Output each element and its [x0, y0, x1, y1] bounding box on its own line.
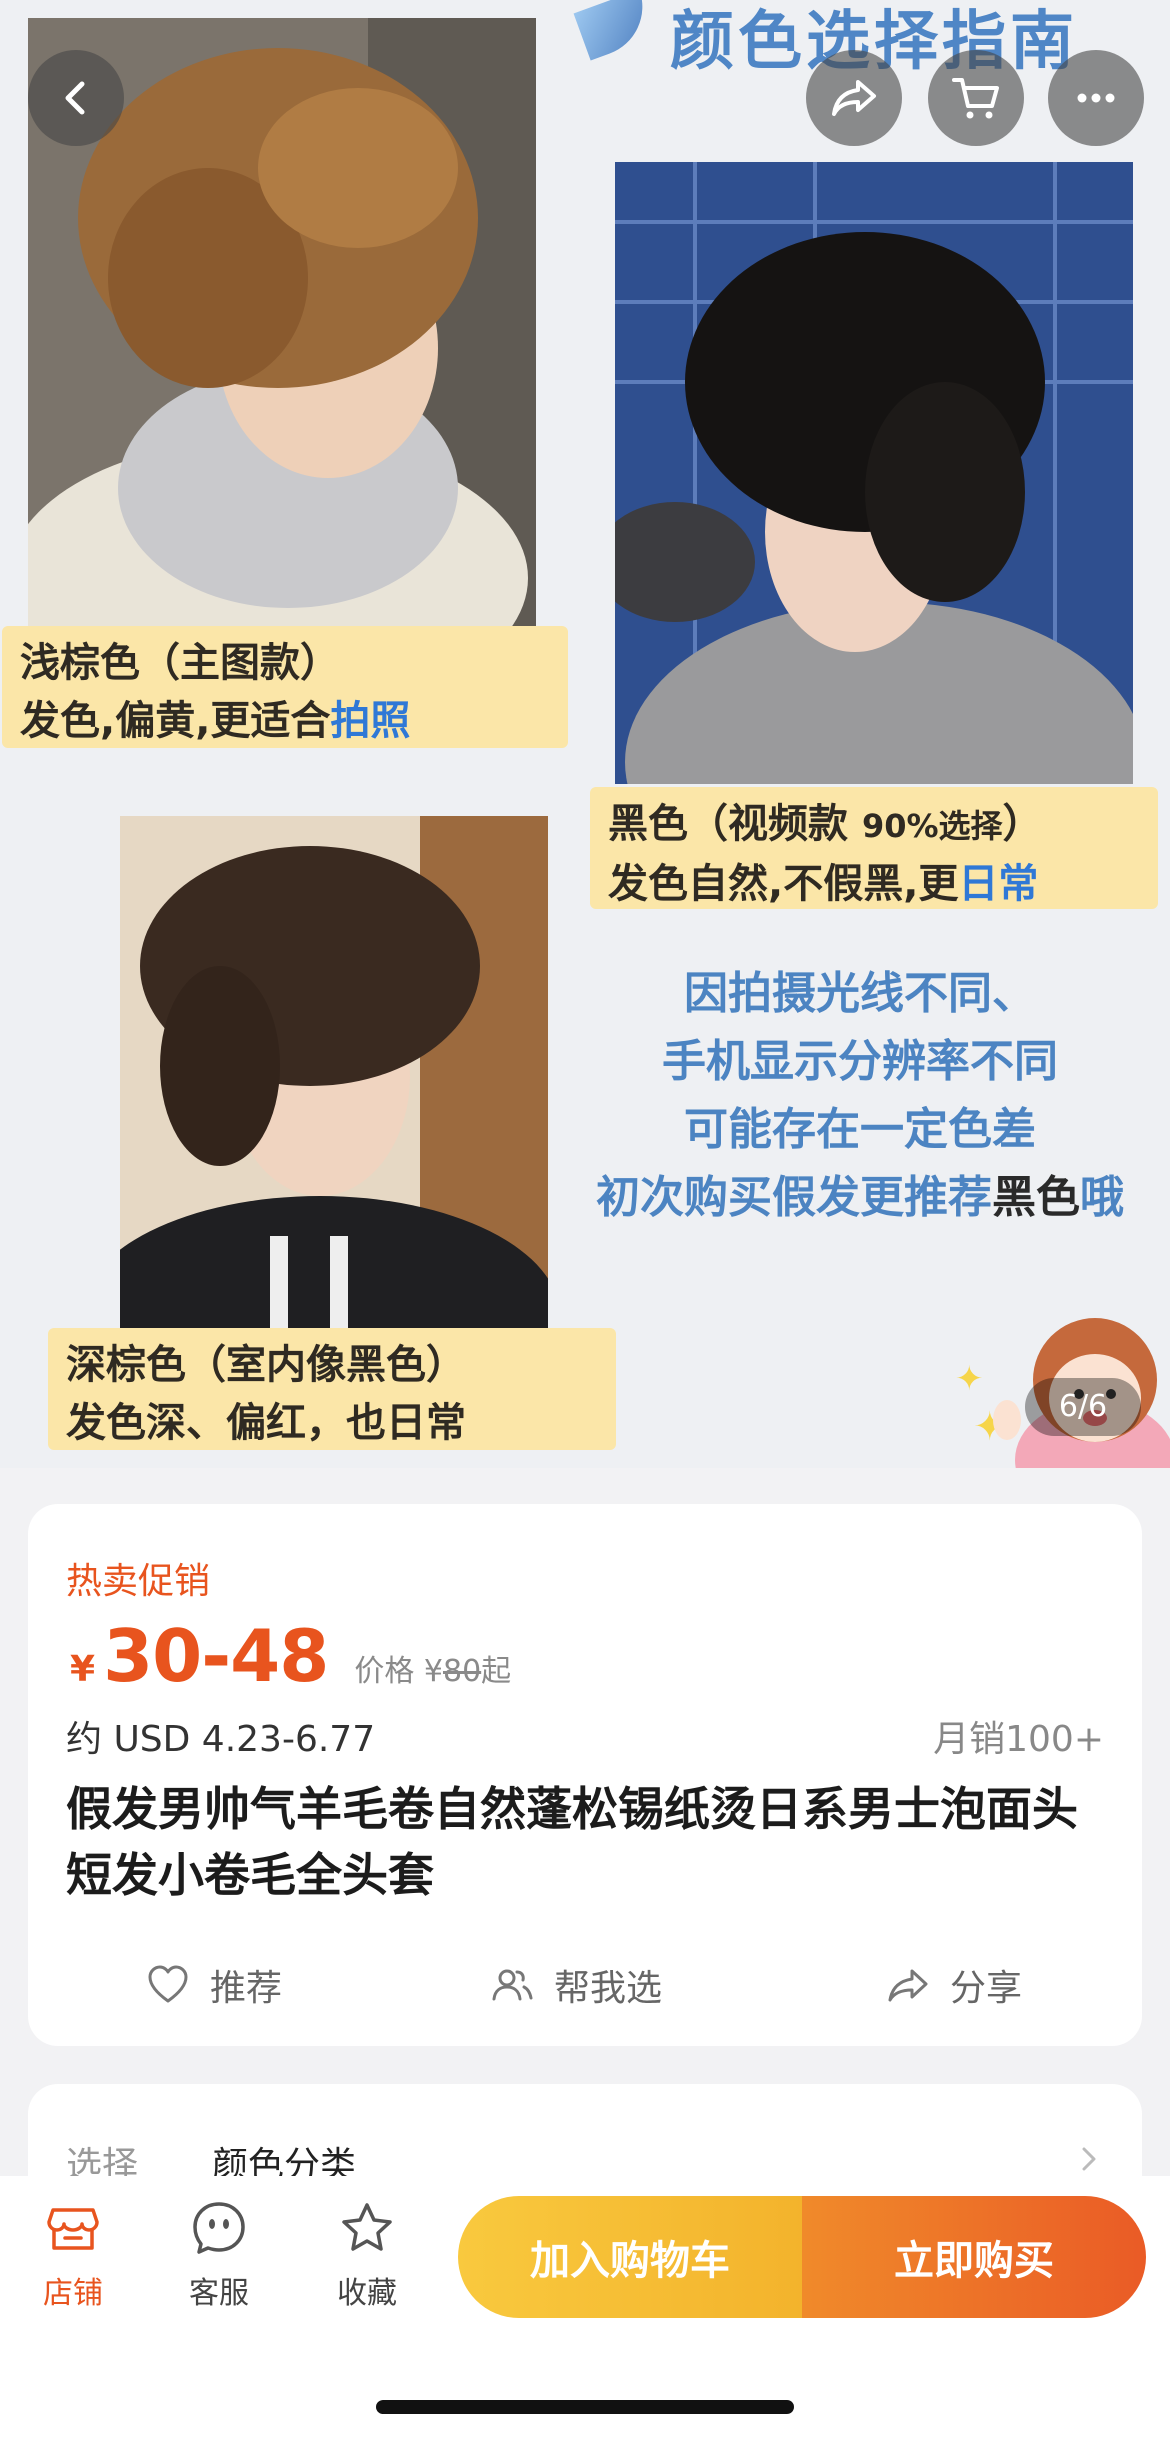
recommend-button[interactable]: 推荐 — [146, 1950, 282, 2020]
heart-icon — [148, 1965, 188, 2003]
caption-light-brown-line1: 浅棕色（主图款） — [20, 640, 340, 686]
more-dots-icon — [1077, 93, 1115, 103]
back-button[interactable] — [28, 50, 124, 146]
share-icon — [888, 1969, 928, 2002]
original-price: 价格 ¥80起 — [354, 1646, 511, 1690]
more-button[interactable] — [1048, 50, 1144, 146]
customer-service-tab[interactable]: 客服 — [164, 2200, 274, 2312]
bottom-action-bar: 店铺 客服 收藏 加入购物车 立即购买 — [0, 2176, 1170, 2438]
store-label: 店铺 — [43, 2276, 103, 2311]
caption-light-brown-line2-text: 发色,偏黄,更适合 — [20, 698, 331, 744]
note-line3: 可能存在一定色差 — [684, 1104, 1036, 1155]
product-image-gallery[interactable]: 颜色选择指南 浅棕色（主图款） 发色,偏黄,更适合拍照 黑色（视频款 90%选择… — [0, 0, 1170, 1468]
star-icon — [342, 2203, 392, 2251]
photo-black-wig — [615, 162, 1133, 784]
original-price-label: 价格 — [354, 1654, 415, 1689]
color-difference-note: 因拍摄光线不同、 手机显示分辨率不同 可能存在一定色差 初次购买假发更推荐黑色哦 — [560, 960, 1160, 1232]
product-info-card: 热卖促销 ¥ 30-48 价格 ¥80起 约 USD 4.23-6.77 月销1… — [28, 1504, 1142, 2046]
note-line4-emphasis: 黑色 — [992, 1172, 1080, 1223]
svg-text:✦: ✦ — [955, 1359, 984, 1399]
store-tab[interactable]: 店铺 — [18, 2200, 128, 2312]
back-arrow-icon — [65, 81, 85, 115]
caption-dark-brown-line2: 发色深、偏红，也日常 — [66, 1400, 466, 1446]
buy-now-button[interactable]: 立即购买 — [802, 2196, 1146, 2318]
people-icon — [492, 1969, 533, 2001]
caption-black-highlight: 日常 — [958, 861, 1039, 907]
promo-label: 热卖促销 — [66, 1561, 211, 1602]
customer-service-label: 客服 — [189, 2276, 249, 2311]
photo-dark-brown-wig — [120, 816, 548, 1328]
usd-price: 约 USD 4.23-6.77 — [66, 1719, 376, 1760]
product-actions: 推荐 帮我选 分享 — [28, 1950, 1142, 2020]
help-me-choose-button[interactable]: 帮我选 — [490, 1950, 662, 2020]
chat-face-icon — [193, 2202, 245, 2254]
share-button[interactable] — [806, 50, 902, 146]
image-counter: 6/6 — [1025, 1378, 1141, 1436]
note-line4: 初次购买假发更推荐黑色哦 — [560, 1164, 1160, 1232]
caption-black-line1-suffix: ） — [1002, 801, 1043, 847]
note-line4-suffix: 哦 — [1080, 1172, 1124, 1223]
caption-dark-brown-line1: 深棕色（室内像黑色） — [66, 1342, 466, 1388]
chevron-right-icon — [1082, 2147, 1096, 2171]
recommend-label: 推荐 — [210, 1968, 283, 2009]
add-to-cart-button[interactable]: 加入购物车 — [458, 2196, 802, 2318]
caption-black-line1: 黑色（视频款 90%选择） — [608, 795, 1140, 855]
original-price-value: 80 — [442, 1654, 482, 1689]
share-icon — [832, 80, 876, 116]
caption-black-line1-text: 黑色（视频款 — [608, 801, 862, 847]
share-action-button[interactable]: 分享 — [886, 1950, 1022, 2020]
help-me-choose-label: 帮我选 — [554, 1968, 663, 2009]
caption-black: 黑色（视频款 90%选择） 发色自然,不假黑,更日常 — [590, 787, 1158, 909]
monthly-sales: 月销100+ — [933, 1719, 1104, 1760]
share-label: 分享 — [950, 1968, 1023, 2009]
product-title: 假发男帅气羊毛卷自然蓬松锡纸烫日系男士泡面头短发小卷毛全头套 — [66, 1782, 1078, 1902]
note-line2: 手机显示分辨率不同 — [662, 1036, 1058, 1087]
cart-icon — [952, 78, 999, 119]
cart-button[interactable] — [928, 50, 1024, 146]
original-price-symbol: ¥ — [423, 1654, 443, 1689]
feather-decoration — [573, 0, 657, 61]
note-line1: 因拍摄光线不同、 — [684, 968, 1036, 1019]
price-row: ¥ 30-48 价格 ¥80起 — [70, 1614, 511, 1698]
caption-black-percent: 90%选择 — [861, 807, 1003, 845]
mascot-illustration: ✦ ✦ — [955, 1270, 1170, 1468]
caption-dark-brown: 深棕色（室内像黑色） 发色深、偏红，也日常 — [48, 1328, 616, 1450]
caption-black-line2-text: 发色自然,不假黑,更 — [608, 861, 959, 907]
favorite-tab[interactable]: 收藏 — [312, 2200, 422, 2312]
store-icon — [47, 2208, 99, 2250]
caption-light-brown-line2: 发色,偏黄,更适合拍照 — [20, 692, 550, 750]
caption-light-brown: 浅棕色（主图款） 发色,偏黄,更适合拍照 — [2, 626, 568, 748]
home-indicator[interactable] — [376, 2400, 794, 2414]
original-price-suffix: 起 — [481, 1654, 512, 1689]
price-currency: ¥ — [70, 1649, 96, 1690]
favorite-label: 收藏 — [337, 2276, 397, 2311]
caption-black-line2: 发色自然,不假黑,更日常 — [608, 855, 1140, 913]
note-line4-text: 初次购买假发更推荐 — [596, 1172, 992, 1223]
caption-light-brown-highlight: 拍照 — [330, 698, 411, 744]
price-range: 30-48 — [103, 1614, 329, 1698]
